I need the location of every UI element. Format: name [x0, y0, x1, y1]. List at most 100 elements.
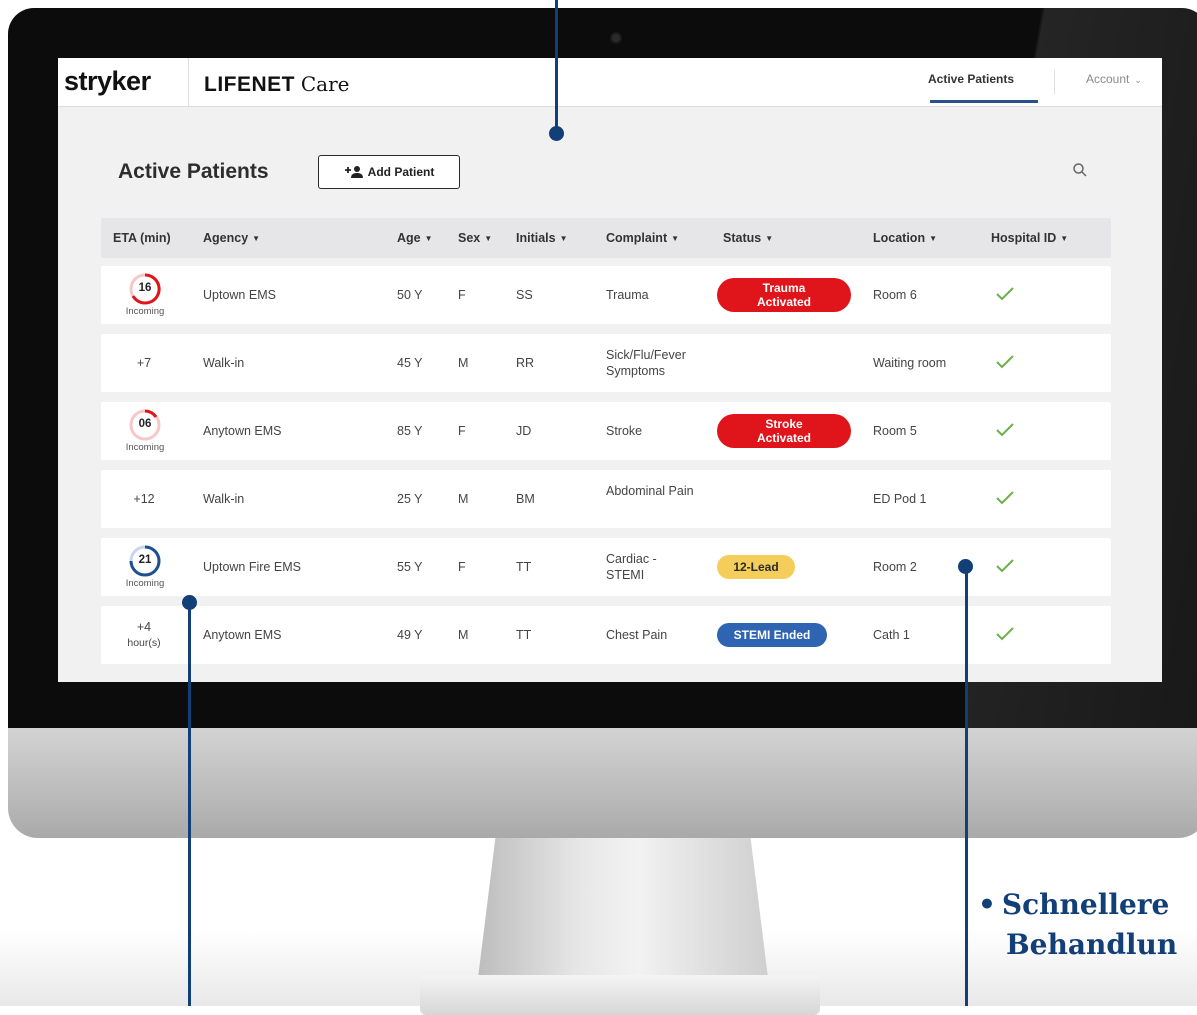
nav-active-patients[interactable]: Active Patients: [928, 72, 1014, 86]
sort-caret-icon: ▼: [929, 234, 938, 243]
location-cell: Room 2: [873, 560, 917, 574]
col-initials[interactable]: Initials ▼: [516, 231, 568, 245]
sort-caret-icon: ▼: [1060, 234, 1069, 243]
checkmark-icon: [996, 491, 1014, 505]
status-badge[interactable]: Trauma Activated: [717, 278, 851, 312]
monitor-stand: [478, 838, 768, 978]
location-cell: Room 5: [873, 424, 917, 438]
initials-cell: JD: [516, 424, 532, 438]
top-bar: stryker LIFENET Care Active Patients Acc…: [58, 58, 1162, 107]
table-header: ETA (min) Agency ▼ Age ▼ Sex ▼ Initials ▼ Co…: [101, 218, 1111, 258]
nav-account-label: Account: [1086, 72, 1130, 86]
complaint-cell: Trauma: [606, 288, 649, 302]
complaint-cell: Sick/Flu/Fever Symptoms: [606, 348, 686, 378]
stryker-logo: stryker: [64, 66, 151, 96]
add-patient-label: Add Patient: [367, 165, 435, 179]
complaint-cell: Chest Pain: [606, 628, 668, 642]
nav-divider: [1054, 70, 1055, 94]
agency-cell: Uptown EMS: [203, 288, 276, 302]
eta-value: 06: [138, 418, 152, 430]
monitor-chin: [8, 728, 1197, 838]
col-agency[interactable]: Agency ▼: [203, 231, 260, 245]
col-hospital-id[interactable]: Hospital ID ▼: [991, 231, 1068, 245]
sex-cell: F: [458, 560, 466, 574]
complaint-cell: Stroke: [606, 424, 643, 438]
age-cell: 85 Y: [397, 424, 423, 438]
age-cell: 25 Y: [397, 492, 423, 506]
eta-value: 16: [138, 282, 152, 294]
page-title: Active Patients: [118, 160, 269, 183]
product-name: LIFENET Care: [204, 72, 349, 97]
complaint-cell: Cardiac - STEMI: [606, 552, 657, 582]
age-cell: 50 Y: [397, 288, 423, 302]
checkmark-icon: [996, 355, 1014, 369]
initials-cell: TT: [516, 560, 532, 574]
location-cell: Cath 1: [873, 628, 910, 642]
table-row[interactable]: +7 Walk-in 45 Y M RR Sick/Flu/Fever Symp…: [101, 334, 1111, 392]
product-name-bold: LIFENET: [204, 73, 295, 96]
initials-cell: BM: [516, 492, 535, 506]
eta-label: hour(s): [127, 637, 161, 649]
add-patient-button[interactable]: Add Patient: [318, 155, 460, 189]
col-complaint-label: Complaint: [606, 231, 668, 245]
search-icon[interactable]: [1072, 162, 1088, 178]
table-row[interactable]: +4 hour(s) Anytown EMS 49 Y M TT Chest P…: [101, 606, 1111, 664]
agency-cell: Uptown Fire EMS: [203, 560, 301, 574]
sex-cell: M: [458, 356, 469, 370]
nav-active-indicator: [930, 100, 1038, 103]
col-status-label: Status: [723, 231, 762, 245]
table-row[interactable]: 16 Incoming Uptown EMS 50 Y F SS Trauma …: [101, 266, 1111, 324]
checkmark-icon: [996, 559, 1014, 573]
agency-cell: Anytown EMS: [203, 424, 282, 438]
product-name-light: Care: [300, 72, 350, 96]
table-row[interactable]: +12 Walk-in 25 Y M BM Abdominal Pain ED …: [101, 470, 1111, 528]
col-age[interactable]: Age ▼: [397, 231, 433, 245]
checkmark-icon: [996, 423, 1014, 437]
eta-value: +12: [133, 492, 155, 506]
add-person-icon: [344, 166, 363, 178]
eta-value: 21: [138, 554, 152, 566]
col-sex-label: Sex: [458, 231, 481, 245]
col-agency-label: Agency: [203, 231, 249, 245]
initials-cell: SS: [516, 288, 533, 302]
callout-dot-left: [182, 595, 197, 610]
callout-dot-top: [549, 126, 564, 141]
eta-value: +7: [136, 356, 152, 370]
col-eta[interactable]: ETA (min): [113, 231, 171, 245]
bullet-icon: •: [978, 888, 996, 921]
sex-cell: F: [458, 424, 466, 438]
agency-cell: Walk-in: [203, 356, 245, 370]
col-location-label: Location: [873, 231, 926, 245]
location-cell: Waiting room: [873, 356, 947, 370]
app-screen: stryker LIFENET Care Active Patients Acc…: [58, 58, 1162, 682]
nav-account-menu[interactable]: Account ⌄: [1086, 72, 1142, 86]
callout-caption: • Schnellere Behandlun: [978, 885, 1197, 965]
col-status[interactable]: Status ▼: [723, 231, 773, 245]
col-age-label: Age: [397, 231, 421, 245]
monitor-stand-foot: [420, 975, 820, 1015]
eta-label: Incoming: [125, 578, 165, 589]
col-location[interactable]: Location ▼: [873, 231, 937, 245]
callout-line-top: [555, 0, 558, 134]
callout-line-right: [965, 566, 968, 1006]
checkmark-icon: [996, 287, 1014, 301]
col-hospital-id-label: Hospital ID: [991, 231, 1057, 245]
callout-caption-line1: • Schnellere: [978, 885, 1197, 925]
complaint-cell: Abdominal Pain: [606, 484, 694, 498]
col-initials-label: Initials: [516, 231, 556, 245]
agency-cell: Walk-in: [203, 492, 245, 506]
status-badge[interactable]: STEMI Ended: [717, 623, 827, 647]
col-sex[interactable]: Sex ▼: [458, 231, 492, 245]
status-badge[interactable]: Stroke Activated: [717, 414, 851, 448]
col-eta-label: ETA (min): [113, 231, 171, 245]
chevron-down-icon: ⌄: [1134, 75, 1142, 85]
location-cell: ED Pod 1: [873, 492, 927, 506]
status-badge[interactable]: 12-Lead: [717, 555, 795, 579]
eta-label: Incoming: [125, 442, 165, 453]
table-row[interactable]: 06 Incoming Anytown EMS 85 Y F JD Stroke…: [101, 402, 1111, 460]
sort-caret-icon: ▼: [484, 234, 493, 243]
sex-cell: M: [458, 492, 469, 506]
col-complaint[interactable]: Complaint ▼: [606, 231, 679, 245]
location-cell: Room 6: [873, 288, 917, 302]
sort-caret-icon: ▼: [765, 234, 774, 243]
